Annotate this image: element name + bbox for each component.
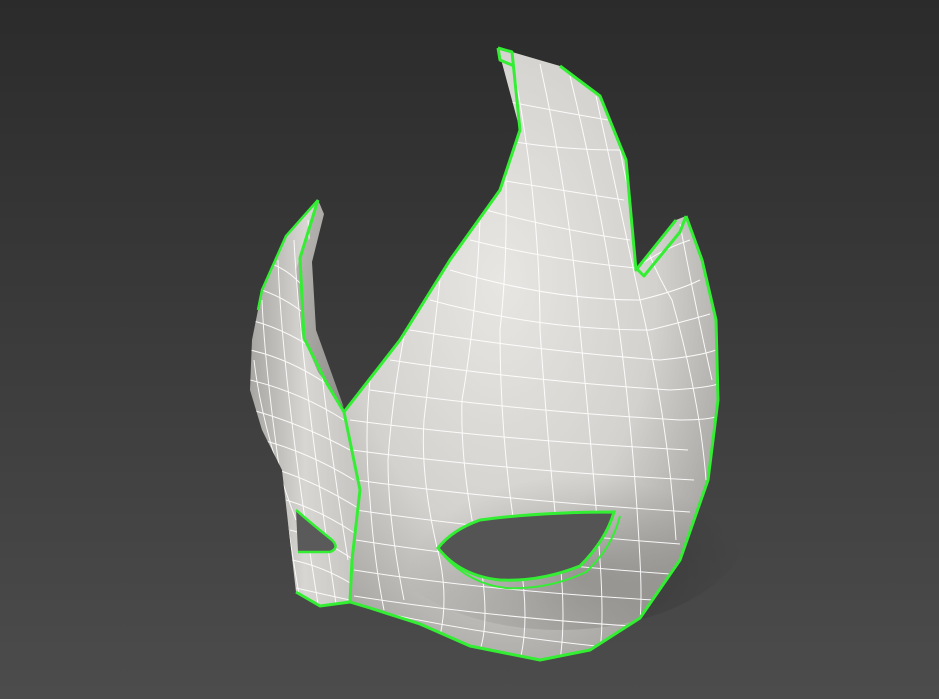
3d-viewport[interactable] bbox=[0, 0, 939, 699]
mask-side-panel bbox=[250, 199, 360, 606]
mask-front-surface bbox=[295, 46, 750, 662]
mask-render bbox=[250, 46, 750, 662]
